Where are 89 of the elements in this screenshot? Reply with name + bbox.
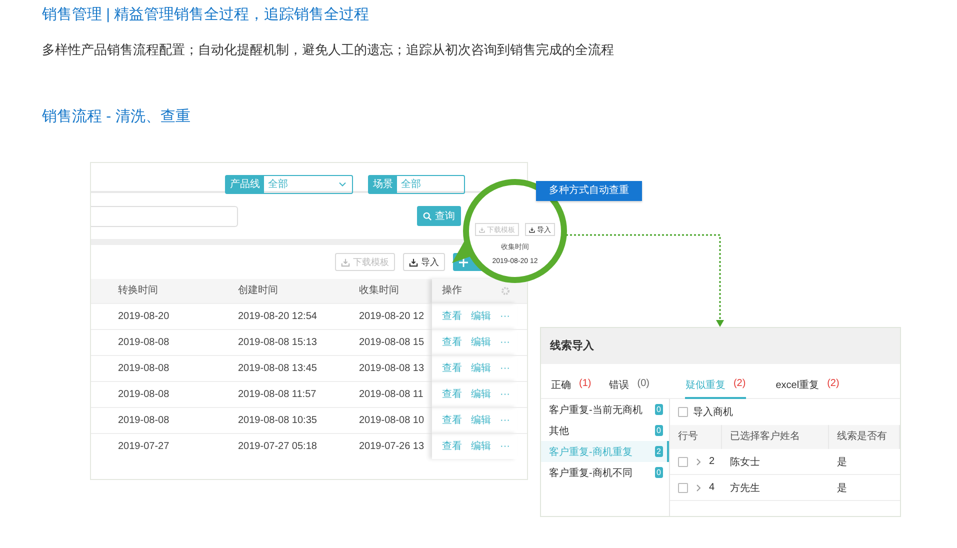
search-icon [423, 212, 432, 220]
more-link[interactable]: ··· [500, 356, 510, 381]
view-link[interactable]: 查看 [442, 382, 462, 407]
download-icon [409, 258, 418, 266]
tab[interactable]: 正确 (1) [551, 378, 592, 399]
expand-icon[interactable] [696, 458, 701, 466]
checkbox-label: 导入商机 [693, 406, 733, 419]
filter-select[interactable]: 产品线 全部 [225, 175, 353, 194]
checkbox[interactable] [678, 407, 688, 417]
table-cell: 2019-08-08 [91, 355, 211, 381]
tab[interactable]: 错误 (0) [609, 378, 650, 399]
table-cell: 2019-08-08 15:13 [211, 329, 331, 355]
view-link[interactable]: 查看 [442, 330, 462, 355]
download-icon [479, 226, 485, 232]
view-link[interactable]: 查看 [442, 304, 462, 329]
table-cell-text: 是 [837, 482, 847, 494]
more-link[interactable]: ··· [500, 434, 510, 459]
table-cell: 2019-08-08 10 [331, 407, 432, 433]
category-item[interactable]: 客户重复-商机重复 2 [541, 441, 669, 462]
table-cell: 2019-08-08 [91, 329, 211, 355]
table-cell: 2019-08-20 [91, 303, 211, 329]
table-cell: 2019-08-08 [91, 381, 211, 407]
download-icon [529, 226, 535, 232]
table-cell: 2 [709, 456, 715, 467]
more-link[interactable]: ··· [500, 408, 510, 433]
tab-count: (2) [733, 378, 746, 391]
table-cell-text: 是 [837, 456, 847, 468]
table-cell-text: 方先生 [730, 482, 760, 494]
edit-link[interactable]: 编辑 [471, 304, 491, 329]
edit-link[interactable]: 编辑 [471, 356, 491, 381]
view-link[interactable]: 查看 [442, 408, 462, 433]
table-cell: 2019-08-08 11:57 [211, 381, 331, 407]
table-cell: 2019-08-08 15 [331, 329, 432, 355]
import-button[interactable]: 导入 [403, 253, 445, 271]
more-link[interactable]: ··· [500, 330, 510, 355]
category-item[interactable]: 客户重复-当前无商机 0 [541, 399, 669, 420]
edit-link[interactable]: 编辑 [471, 330, 491, 355]
filter-select[interactable]: 场景 全部 [368, 175, 465, 194]
search-field[interactable] [91, 206, 238, 226]
edit-link[interactable]: 编辑 [471, 434, 491, 459]
table-cell: 2019-08-08 10:35 [211, 407, 331, 433]
column-header: 线索是否有 [829, 425, 900, 449]
edit-link[interactable]: 编辑 [471, 408, 491, 433]
category-item[interactable]: 其他 0 [541, 420, 669, 441]
view-link[interactable]: 查看 [442, 434, 462, 459]
table-cell: 2019-08-08 13:45 [211, 355, 331, 381]
section-title: 销售管理 | 精益管理销售全过程，追踪销售全过程 [42, 5, 370, 25]
table-cell: 2019-08-08 [91, 407, 211, 433]
edit-link[interactable]: 编辑 [471, 382, 491, 407]
query-button[interactable]: 查询 [417, 206, 461, 226]
column-header: 转换时间 [91, 279, 211, 303]
column-header: 操作 [432, 279, 517, 303]
chevron-icon [339, 182, 346, 187]
table-cell: 2019-08-20 12:54 [211, 303, 331, 329]
table-cell: 2019-08-08 13 [331, 355, 432, 381]
description-text: 多样性产品销售流程配置；自动化提醒机制，避免人工的遗忘；追踪从初次咨询到销售完成的全流程 [42, 41, 615, 59]
column-header: 行号 [670, 425, 722, 449]
download-template-button[interactable]: 下载模板 [335, 253, 395, 271]
table-cell: 2019-08-20 12 [331, 303, 432, 329]
table-cell: 2019-08-08 11 [331, 381, 432, 407]
dialog-title: 线索导入 [541, 328, 900, 364]
tab-count: (0) [637, 378, 650, 391]
tab-count: (2) [827, 378, 840, 391]
tab[interactable]: excel重复 (2) [776, 378, 840, 399]
section-subtitle: 销售流程 - 清洗、查重 [42, 107, 192, 127]
view-link[interactable]: 查看 [442, 356, 462, 381]
table-cell: 2019-07-27 05:18 [211, 433, 331, 459]
download-icon [341, 258, 350, 266]
count-badge: 2 [654, 446, 663, 457]
tab-count: (1) [579, 378, 592, 391]
tab[interactable]: 疑似重复 (2) [685, 378, 746, 399]
count-badge: 0 [654, 425, 663, 436]
column-header: 创建时间 [211, 279, 331, 303]
more-link[interactable]: ··· [500, 304, 510, 329]
checkbox[interactable] [678, 456, 688, 466]
plus-icon [459, 258, 468, 266]
callout-label: 多种方式自动查重 [536, 181, 642, 201]
table-cell: 2019-07-26 13 [331, 433, 432, 459]
column-header: 已选择客户姓名 [722, 425, 829, 449]
table-cell: 2019-07-27 [91, 433, 211, 459]
category-item[interactable]: 客户重复-商机不同 0 [541, 462, 669, 483]
count-badge: 0 [654, 467, 663, 478]
table-cell-text: 陈女士 [730, 456, 760, 468]
count-badge: 0 [654, 404, 663, 415]
more-link[interactable]: ··· [500, 382, 510, 407]
expand-icon[interactable] [696, 484, 701, 492]
table-cell: 4 [709, 482, 715, 493]
column-header: 收集时间 [331, 279, 432, 303]
checkbox[interactable] [678, 482, 688, 492]
